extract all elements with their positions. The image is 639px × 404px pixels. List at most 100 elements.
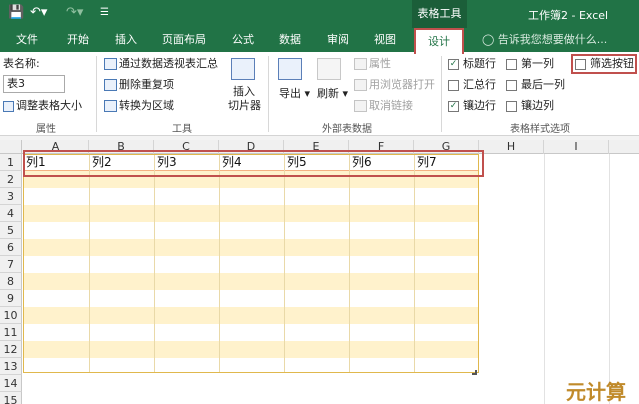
tab-home[interactable]: 开始 xyxy=(67,32,89,48)
export-button[interactable]: 导出 ▾ xyxy=(279,87,310,101)
first-column-checkbox[interactable]: 第一列 xyxy=(506,57,554,71)
slicer-icon[interactable] xyxy=(231,58,255,80)
grid-line xyxy=(349,154,350,373)
row-header[interactable]: 4 xyxy=(0,205,22,222)
checkbox-checked-icon: ✓ xyxy=(448,58,459,70)
checkbox-unchecked-icon xyxy=(506,100,517,112)
row-header[interactable]: 6 xyxy=(0,239,22,256)
row-header[interactable]: 8 xyxy=(0,273,22,290)
watermark-logo: 元计算 xyxy=(566,380,626,404)
header-row-checkbox[interactable]: ✓ 标题行 xyxy=(448,57,496,71)
insert-slicer-label-2[interactable]: 切片器 xyxy=(228,99,261,113)
grid-line xyxy=(609,154,610,404)
column-header-i[interactable]: I xyxy=(544,140,609,154)
group-label-properties: 属性 xyxy=(36,124,56,135)
first-column-label: 第一列 xyxy=(521,57,554,70)
context-tab-group: 表格工具 xyxy=(412,0,467,28)
row-header[interactable]: 14 xyxy=(0,375,22,392)
tab-data[interactable]: 数据 xyxy=(279,32,301,48)
insert-slicer-label-1[interactable]: 插入 xyxy=(233,85,255,99)
total-row-label: 汇总行 xyxy=(463,78,496,91)
select-all-corner[interactable] xyxy=(0,140,22,154)
table-name-label: 表名称: xyxy=(3,57,40,70)
tab-design[interactable]: 设计 xyxy=(414,28,464,54)
redo-icon[interactable]: ↷▾ xyxy=(66,5,83,21)
open-in-browser-label: 用浏览器打开 xyxy=(369,78,435,91)
row-header[interactable]: 7 xyxy=(0,256,22,273)
table-name-input[interactable]: 表3 xyxy=(3,75,65,93)
browser-icon xyxy=(354,79,367,91)
tab-file[interactable]: 文件 xyxy=(16,32,38,48)
row-header[interactable]: 10 xyxy=(0,307,22,324)
row-header[interactable]: 13 xyxy=(0,358,22,375)
lightbulb-icon: ◯ xyxy=(482,33,495,46)
group-label-tools: 工具 xyxy=(172,124,192,135)
refresh-button[interactable]: 刷新 ▾ xyxy=(317,87,348,101)
unlink-icon xyxy=(354,100,367,112)
checkbox-checked-icon: ✓ xyxy=(448,100,459,112)
resize-table-button[interactable]: 调整表格大小 xyxy=(3,99,82,113)
row-header[interactable]: 2 xyxy=(0,171,22,188)
refresh-icon[interactable] xyxy=(317,58,341,80)
table-band-row xyxy=(23,341,479,358)
row-header[interactable]: 3 xyxy=(0,188,22,205)
checkbox-unchecked-icon xyxy=(448,79,459,91)
last-column-checkbox[interactable]: 最后一列 xyxy=(506,78,565,92)
remove-duplicates-button[interactable]: 删除重复项 xyxy=(104,78,174,92)
tab-formulas[interactable]: 公式 xyxy=(232,32,254,48)
export-label: 导出 xyxy=(279,87,301,100)
grid-line xyxy=(154,154,155,373)
export-icon[interactable] xyxy=(278,58,302,80)
pivot-table-icon xyxy=(104,58,117,70)
tab-view[interactable]: 视图 xyxy=(374,32,396,48)
row-header[interactable]: 12 xyxy=(0,341,22,358)
table-band-row xyxy=(23,290,479,307)
summarize-pivot-button[interactable]: 通过数据透视表汇总 xyxy=(104,57,218,71)
customize-qat-icon[interactable]: ☰ xyxy=(100,5,109,21)
group-divider xyxy=(268,56,269,132)
window-title: 工作簿2 - Excel xyxy=(528,9,609,22)
group-label-style-options: 表格样式选项 xyxy=(510,124,570,135)
total-row-checkbox[interactable]: 汇总行 xyxy=(448,78,496,92)
worksheet-grid[interactable]: 列1 列2 列3 列4 列5 列6 列7 xyxy=(23,154,639,404)
table-band-row xyxy=(23,205,479,222)
banded-rows-checkbox[interactable]: ✓ 镶边行 xyxy=(448,99,496,113)
resize-table-icon xyxy=(3,100,14,112)
convert-to-range-icon xyxy=(104,100,117,112)
grid-line xyxy=(414,154,415,373)
save-icon[interactable]: 💾 xyxy=(8,5,24,21)
open-in-browser-button[interactable]: 用浏览器打开 xyxy=(354,78,435,92)
tab-page-layout[interactable]: 页面布局 xyxy=(162,32,206,48)
convert-to-range-button[interactable]: 转换为区域 xyxy=(104,99,174,113)
table-band-row xyxy=(23,324,479,341)
last-column-label: 最后一列 xyxy=(521,78,565,91)
banded-columns-checkbox[interactable]: 镶边列 xyxy=(506,99,554,113)
row-header[interactable]: 5 xyxy=(0,222,22,239)
undo-icon[interactable]: ↶▾ xyxy=(30,5,47,21)
table-band-row xyxy=(23,239,479,256)
unlink-button[interactable]: 取消链接 xyxy=(354,99,413,113)
row-header[interactable]: 1 xyxy=(0,154,22,171)
title-bar: 💾 ↶▾ ↷▾ ☰ 表格工具 工作簿2 - Excel xyxy=(0,0,639,28)
table-resize-handle-icon[interactable] xyxy=(472,370,477,375)
remove-duplicates-icon xyxy=(104,79,117,91)
grid-line xyxy=(544,154,545,404)
checkbox-unchecked-icon xyxy=(506,79,517,91)
highlight-filter-button xyxy=(571,54,637,74)
group-divider xyxy=(96,56,97,132)
grid-line xyxy=(284,154,285,373)
tab-review[interactable]: 审阅 xyxy=(327,32,349,48)
table-properties-button[interactable]: 属性 xyxy=(354,57,391,71)
row-header[interactable]: 11 xyxy=(0,324,22,341)
header-row-label: 标题行 xyxy=(463,57,496,70)
table-band-row xyxy=(23,307,479,324)
tab-insert[interactable]: 插入 xyxy=(115,32,137,48)
row-header[interactable]: 9 xyxy=(0,290,22,307)
resize-table-label: 调整表格大小 xyxy=(16,99,82,112)
refresh-label: 刷新 xyxy=(317,87,339,100)
ribbon-tab-bar: 文件 开始 插入 页面布局 公式 数据 审阅 视图 设计 ◯ 告诉我您想要做什么… xyxy=(0,28,639,54)
group-divider xyxy=(441,56,442,132)
tell-me-search[interactable]: ◯ 告诉我您想要做什么... xyxy=(482,32,607,48)
row-header[interactable]: 15 xyxy=(0,392,22,404)
column-header-h[interactable]: H xyxy=(479,140,544,154)
